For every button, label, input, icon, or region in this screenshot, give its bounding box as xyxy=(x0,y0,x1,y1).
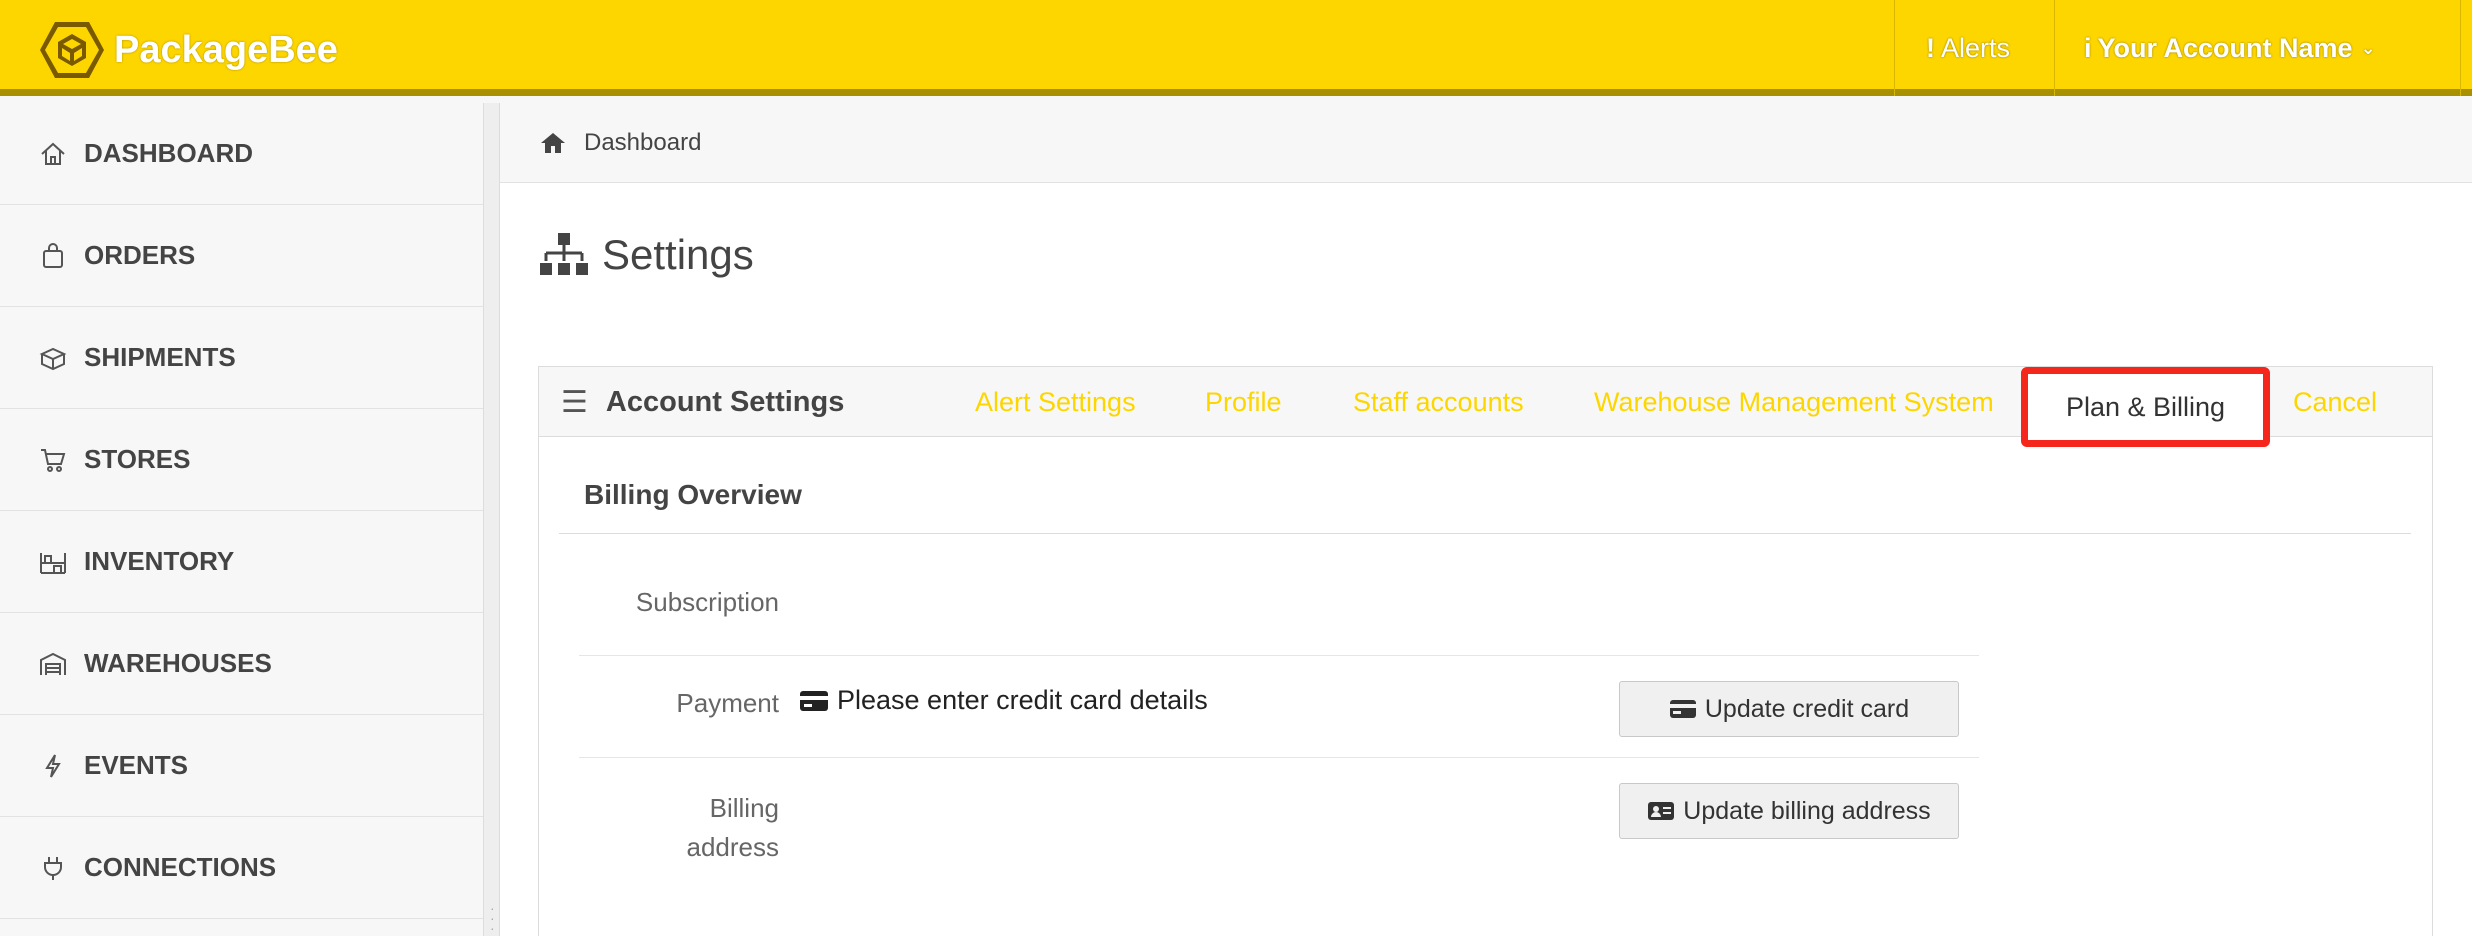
cart-icon xyxy=(36,443,70,477)
tab-profile[interactable]: Profile xyxy=(1205,367,1282,437)
sidebar-item-dashboard[interactable]: DASHBOARD xyxy=(0,103,483,205)
panel-title: ☰ Account Settings xyxy=(561,367,844,437)
tab-cancel[interactable]: Cancel xyxy=(2293,367,2377,437)
tab-plan-billing[interactable]: Plan & Billing xyxy=(2021,367,2270,447)
bolt-icon xyxy=(36,749,70,783)
bag-icon xyxy=(36,239,70,273)
grip-dots-icon: · · · xyxy=(490,900,495,936)
sitemap-icon xyxy=(540,233,588,275)
address-card-icon xyxy=(1648,802,1675,820)
chevron-down-icon: ⌄ xyxy=(2360,37,2376,58)
payment-label: Payment xyxy=(676,688,779,718)
sidebar: DASHBOARD ORDERS SHIPMENTS STORES INVENT… xyxy=(0,103,484,936)
alerts-label: Alerts xyxy=(1941,32,2011,63)
alert-exclamation-icon: ! xyxy=(1926,32,1935,63)
account-menu[interactable]: i Your Account Name ⌄ xyxy=(2084,0,2376,96)
update-billing-address-label: Update billing address xyxy=(1683,796,1931,825)
billing-overview-heading: Billing Overview xyxy=(584,479,802,510)
billing-address-label-line1: Billing xyxy=(709,793,779,823)
sidebar-item-stores[interactable]: STORES xyxy=(0,409,483,511)
sidebar-item-label: ORDERS xyxy=(84,240,196,270)
shelves-icon xyxy=(36,545,70,579)
hamburger-menu-icon[interactable]: ☰ xyxy=(561,385,588,420)
sidebar-item-shipments[interactable]: SHIPMENTS xyxy=(0,307,483,409)
panel-header: ☰ Account Settings Alert Settings Profil… xyxy=(539,367,2432,447)
update-credit-card-button[interactable]: Update credit card xyxy=(1619,681,1959,737)
tab-staff-accounts[interactable]: Staff accounts xyxy=(1353,367,1524,437)
main-content: Dashboard Settings ☰ Account Settings Al… xyxy=(500,103,2472,936)
section-divider xyxy=(559,533,2411,534)
sidebar-item-label: DASHBOARD xyxy=(84,138,253,168)
update-credit-card-label: Update credit card xyxy=(1704,694,1910,723)
payment-value: Please enter credit card details xyxy=(799,685,1208,716)
breadcrumb: Dashboard xyxy=(500,103,2472,183)
home-icon xyxy=(36,137,70,171)
home-icon xyxy=(541,132,565,153)
billing-address-label: Billing address xyxy=(539,789,780,867)
account-settings-panel: ☰ Account Settings Alert Settings Profil… xyxy=(538,366,2433,936)
account-name: Your Account Name xyxy=(2097,32,2353,63)
sidebar-item-events[interactable]: EVENTS xyxy=(0,715,483,817)
sidebar-item-warehouses[interactable]: WAREHOUSES xyxy=(0,613,483,715)
payment-value-text: Please enter credit card details xyxy=(837,685,1208,715)
sidebar-item-orders[interactable]: ORDERS xyxy=(0,205,483,307)
top-navbar: PackageBee ! Alerts i Your Account Name … xyxy=(0,0,2472,96)
credit-card-icon xyxy=(1669,700,1696,718)
update-billing-address-button[interactable]: Update billing address xyxy=(1619,783,1959,839)
tab-alert-settings[interactable]: Alert Settings xyxy=(975,367,1136,437)
credit-card-icon xyxy=(800,690,828,711)
box-icon xyxy=(36,341,70,375)
alerts-link[interactable]: ! Alerts xyxy=(1926,0,2010,96)
brand-logo[interactable]: PackageBee xyxy=(38,20,338,80)
sidebar-item-connections[interactable]: CONNECTIONS xyxy=(0,817,483,919)
topbar-divider xyxy=(1894,0,1895,96)
breadcrumb-dashboard-link[interactable]: Dashboard xyxy=(584,129,701,157)
sidebar-resize-handle[interactable]: · · · xyxy=(484,103,500,936)
page-title: Settings xyxy=(538,231,754,279)
warehouse-icon xyxy=(36,647,70,681)
topbar-divider xyxy=(2460,0,2461,96)
info-icon: i xyxy=(2084,32,2092,63)
row-divider xyxy=(579,655,1979,656)
panel-title-text: Account Settings xyxy=(605,385,845,418)
sidebar-item-label: WAREHOUSES xyxy=(84,648,272,678)
tab-warehouse-management-system[interactable]: Warehouse Management System xyxy=(1594,367,1994,437)
row-divider xyxy=(579,757,1979,758)
sidebar-item-label: INVENTORY xyxy=(84,546,235,576)
plug-icon xyxy=(36,851,70,885)
billing-address-label-line2: address xyxy=(686,832,780,862)
subscription-label: Subscription xyxy=(635,587,779,617)
page-title-text: Settings xyxy=(602,231,754,278)
sidebar-item-label: STORES xyxy=(84,444,191,474)
tab-plan-billing-label: Plan & Billing xyxy=(2065,391,2226,422)
sidebar-item-label: SHIPMENTS xyxy=(84,342,236,372)
topbar-divider xyxy=(2054,0,2055,96)
packagebee-hexagon-icon xyxy=(40,22,104,78)
brand-name: PackageBee xyxy=(114,28,338,71)
sidebar-item-inventory[interactable]: INVENTORY xyxy=(0,511,483,613)
sidebar-item-label: CONNECTIONS xyxy=(84,852,277,882)
sidebar-item-label: EVENTS xyxy=(84,750,189,780)
